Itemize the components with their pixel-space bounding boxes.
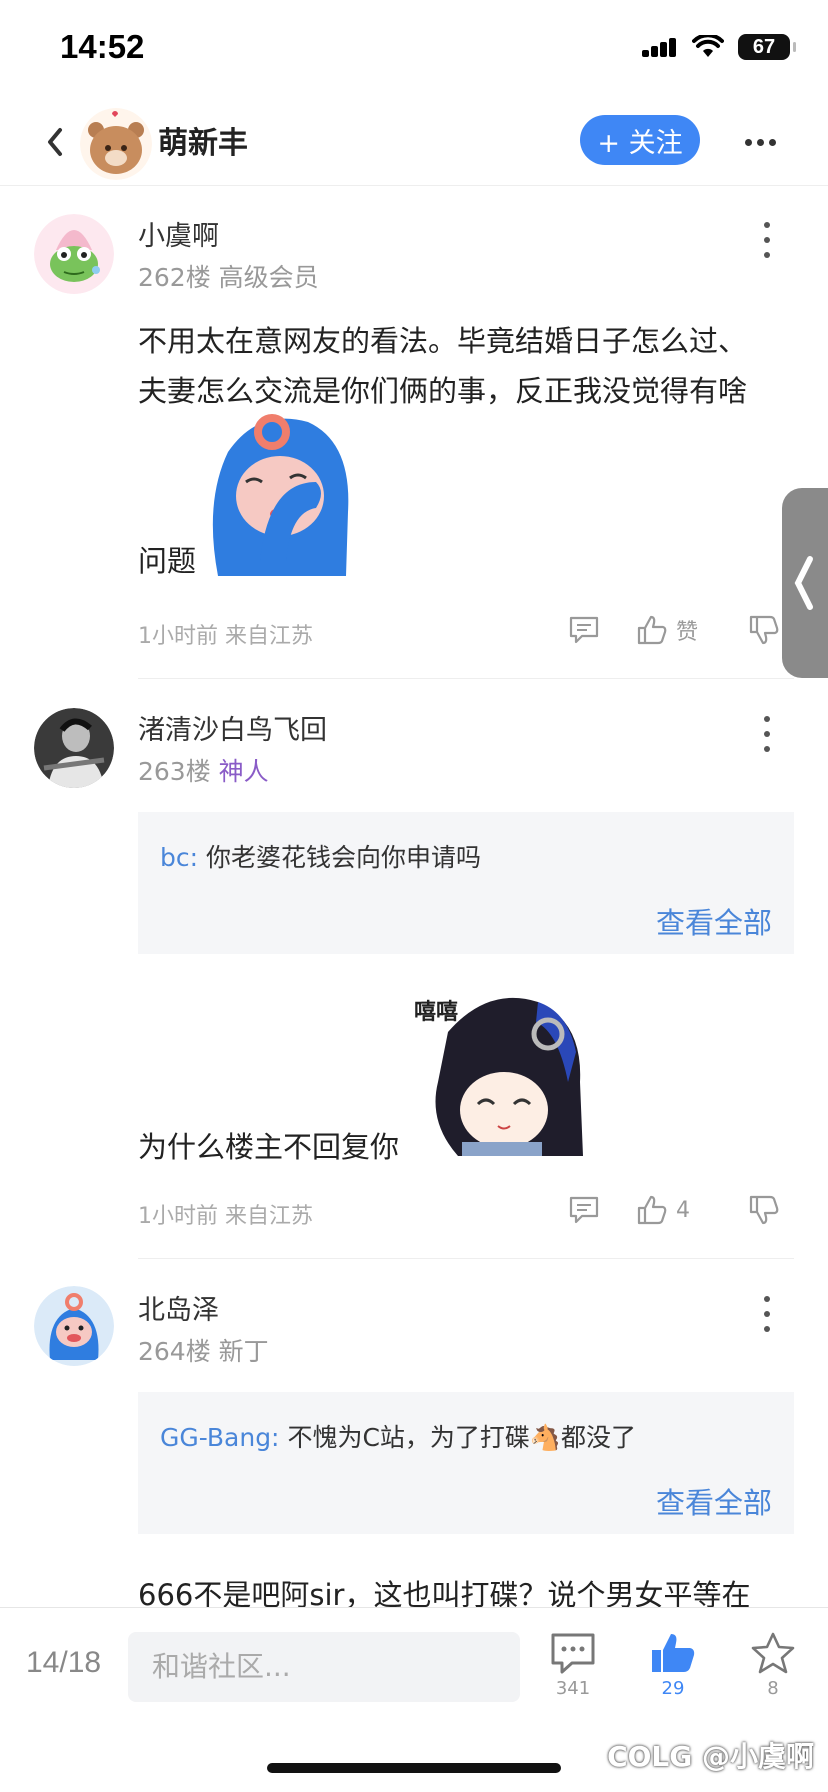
member-rank: 高级会员 — [218, 263, 319, 292]
post-body: 不用太在意网友的看法。毕竟结婚日子怎么过、 夫妻怎么交流是你们俩的事，反正我没觉… — [138, 316, 798, 416]
thumbs-down-icon — [749, 1195, 779, 1225]
like-count: 29 — [661, 1678, 685, 1699]
home-indicator[interactable] — [267, 1763, 561, 1773]
dislike-button[interactable] — [748, 1194, 780, 1226]
like-button[interactable]: 4 — [636, 1194, 690, 1226]
user-avatar[interactable] — [34, 214, 114, 294]
kebab-dot-icon — [764, 1296, 770, 1302]
post-time: 1小时前 来自江苏 — [138, 624, 313, 649]
status-bar: 14:52 67 — [0, 0, 828, 100]
kebab-dot-icon — [764, 237, 770, 243]
member-rank: 新丁 — [218, 1337, 269, 1366]
quote-username[interactable]: GG-Bang: — [160, 1423, 279, 1452]
post-text-line: 不用太在意网友的看法。毕竟结婚日子怎么过、 — [138, 324, 748, 358]
quoted-reply[interactable]: GG-Bang: 不愧为C站，为了打碟🐴都没了 查看全部 — [138, 1392, 794, 1534]
kebab-dot-icon — [764, 252, 770, 258]
quote-text: 不愧为C站，为了打碟 — [287, 1423, 530, 1452]
kebab-dot-icon — [764, 1326, 770, 1332]
kebab-dot-icon — [764, 731, 770, 737]
signal-icon — [642, 37, 678, 57]
kebab-dot-icon — [764, 1311, 770, 1317]
thumbs-down-icon — [749, 615, 779, 645]
kebab-dot-icon — [764, 222, 770, 228]
user-avatar[interactable] — [34, 1286, 114, 1366]
facepalm-sticker — [212, 414, 349, 576]
kebab-dot-icon — [764, 746, 770, 752]
comment-count: 341 — [555, 1678, 591, 1699]
post-meta: 264楼 新丁 — [138, 1332, 269, 1368]
thumbs-up-icon — [637, 615, 667, 645]
post-meta: 262楼 高级会员 — [138, 258, 319, 294]
quote-text: 你老婆花钱会向你申请吗 — [206, 843, 482, 872]
thread-like-button[interactable]: 29 — [643, 1632, 703, 1699]
post-text-line: 夫妻怎么交流是你们俩的事，反正我没觉得有啥 — [138, 374, 748, 408]
quote-line: GG-Bang: 不愧为C站，为了打碟🐴都没了 — [160, 1418, 636, 1454]
post-menu-button[interactable] — [760, 716, 774, 752]
status-icons: 67 — [642, 34, 796, 60]
comments-button[interactable]: 341 — [543, 1632, 603, 1699]
more-options-button[interactable] — [740, 122, 780, 162]
watermark: COLG @小虞啊 — [607, 1740, 814, 1773]
like-label: 赞 — [676, 620, 699, 645]
wifi-icon — [692, 35, 724, 57]
post-divider — [138, 1258, 794, 1259]
thread-owner-avatar[interactable] — [80, 108, 152, 180]
back-icon[interactable] — [40, 122, 72, 162]
post-author[interactable]: 北岛泽 — [138, 1288, 219, 1327]
view-all-link[interactable]: 查看全部 — [656, 900, 772, 942]
quote-username[interactable]: bc: — [160, 843, 198, 872]
like-button[interactable]: 赞 — [636, 614, 698, 646]
quoted-reply[interactable]: bc: 你老婆花钱会向你申请吗 查看全部 — [138, 812, 794, 954]
member-rank: 神人 — [218, 757, 269, 786]
view-all-link[interactable]: 查看全部 — [656, 1480, 772, 1522]
star-icon — [751, 1632, 795, 1674]
comment-input[interactable]: 和谐社区... — [128, 1632, 520, 1702]
page-indicator[interactable]: 14/18 — [26, 1646, 101, 1680]
kebab-dot-icon — [764, 716, 770, 722]
post-text-line: 问题 — [138, 544, 197, 578]
reply-button[interactable] — [568, 614, 600, 646]
status-time: 14:52 — [60, 28, 145, 65]
thumbs-up-filled-icon — [652, 1634, 695, 1672]
chevron-left-icon — [794, 556, 813, 610]
more-dot-icon — [744, 138, 752, 146]
dislike-button[interactable] — [748, 614, 780, 646]
top-nav-bar: 萌新丰 + 关注 — [0, 100, 828, 186]
more-dot-icon — [768, 138, 776, 146]
quote-line: bc: 你老婆花钱会向你申请吗 — [160, 838, 481, 874]
battery-icon: 67 — [738, 34, 796, 60]
horse-emoji-icon: 🐴 — [529, 1423, 562, 1452]
post-author[interactable]: 小虞啊 — [138, 214, 219, 253]
post-time: 1小时前 来自江苏 — [138, 1204, 313, 1229]
comment-icon — [569, 1196, 599, 1224]
comment-icon — [569, 616, 599, 644]
comment-icon — [551, 1633, 595, 1674]
favorite-count: 8 — [767, 1678, 779, 1699]
follow-button[interactable]: + 关注 — [580, 115, 700, 165]
post-meta: 263楼 神人 — [138, 752, 269, 788]
floor-number: 262楼 — [138, 263, 211, 292]
like-count: 4 — [676, 1197, 690, 1223]
floor-number: 264楼 — [138, 1337, 211, 1366]
reply-button[interactable] — [568, 1194, 600, 1226]
post-menu-button[interactable] — [760, 1296, 774, 1332]
sticker-caption: 嘻嘻 — [414, 1000, 459, 1025]
favorite-button[interactable]: 8 — [743, 1632, 803, 1699]
post-body: 为什么楼主不回复你 — [138, 1130, 400, 1164]
user-avatar[interactable] — [34, 708, 114, 788]
thumbs-up-icon — [637, 1195, 667, 1225]
post-divider — [138, 678, 794, 679]
floor-number: 263楼 — [138, 757, 211, 786]
post-author[interactable]: 渚清沙白鸟飞回 — [138, 708, 327, 747]
side-drawer-handle[interactable] — [782, 488, 828, 678]
more-dot-icon — [756, 138, 764, 146]
thread-owner-name[interactable]: 萌新丰 — [158, 118, 248, 162]
quote-text: 都没了 — [561, 1423, 637, 1452]
post-menu-button[interactable] — [760, 222, 774, 258]
